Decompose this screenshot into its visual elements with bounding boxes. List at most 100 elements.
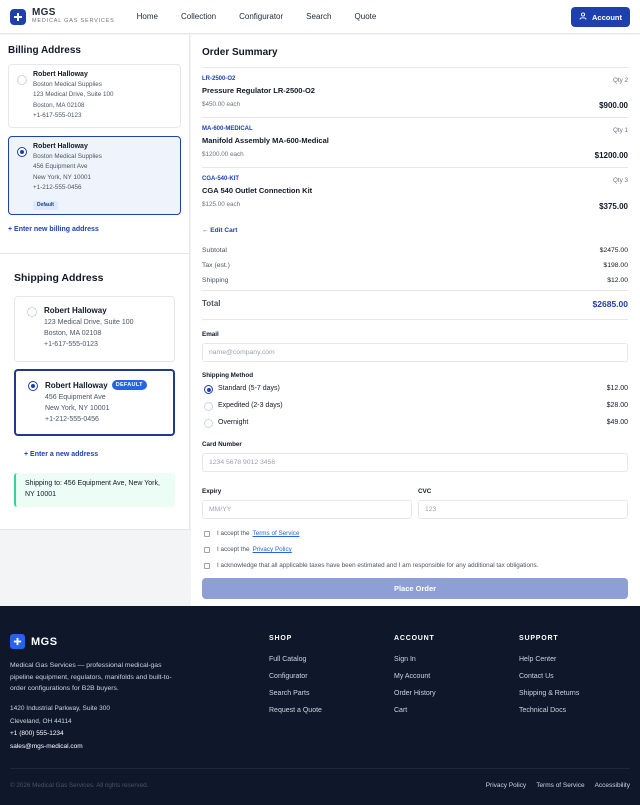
footer-col-title: SUPPORT bbox=[519, 635, 559, 642]
radio-selected[interactable] bbox=[204, 385, 213, 394]
shipping-address-card[interactable]: Robert Halloway 123 Medical Drive, Suite… bbox=[14, 296, 175, 362]
footer-link[interactable]: Order History bbox=[394, 685, 436, 702]
nav-collection[interactable]: Collection bbox=[181, 12, 216, 21]
footer-link[interactable]: Sign In bbox=[394, 651, 436, 668]
nav-home[interactable]: Home bbox=[137, 12, 158, 21]
email-label: Email bbox=[202, 331, 219, 338]
footer-link[interactable]: Technical Docs bbox=[519, 702, 579, 719]
tax-ack-checkbox-row: I acknowledge that all applicable taxes … bbox=[202, 562, 628, 569]
tax-label: Tax (est.) bbox=[202, 262, 230, 269]
billing-phone: +1-617-555-0123 bbox=[33, 111, 82, 119]
radio[interactable] bbox=[204, 402, 213, 411]
item-sku: MA-600-MEDICAL bbox=[202, 126, 253, 132]
accept-text: I accept the bbox=[217, 546, 250, 553]
footer-phone[interactable]: +1 (800) 555-1234 bbox=[10, 728, 83, 741]
footer-link[interactable]: Help Center bbox=[519, 651, 579, 668]
shipping-option-standard[interactable]: Standard (5-7 days) $12.00 bbox=[202, 385, 628, 394]
add-shipping-address-link[interactable]: + Enter a new address bbox=[24, 451, 175, 458]
billing-address-card-selected[interactable]: Robert Halloway Boston Medical Supplies … bbox=[8, 136, 181, 215]
shipping-section: Shipping Address Robert Halloway 123 Med… bbox=[0, 254, 190, 530]
shipping-title: Shipping Address bbox=[14, 272, 104, 284]
brand-tagline: MEDICAL GAS SERVICES bbox=[32, 18, 115, 25]
shipping-radio-selected[interactable] bbox=[28, 381, 38, 391]
shipping-name: Robert Halloway bbox=[45, 380, 108, 390]
brand-logo[interactable]: MGS MEDICAL GAS SERVICES bbox=[10, 8, 115, 25]
billing-company: Boston Medical Supplies bbox=[33, 153, 102, 160]
tax-value: $198.00 bbox=[603, 262, 628, 269]
subtotal-label: Subtotal bbox=[202, 247, 227, 254]
footer-col-account: ACCOUNT Sign In My Account Order History… bbox=[394, 635, 436, 719]
add-billing-address-link[interactable]: + Enter new billing address bbox=[8, 226, 181, 233]
shipping-option-expedited[interactable]: Expedited (2-3 days) $28.00 bbox=[202, 402, 628, 411]
footer-link[interactable]: Configurator bbox=[269, 668, 322, 685]
email-input[interactable] bbox=[202, 343, 628, 362]
terms-of-service-link[interactable]: Terms of Service bbox=[536, 782, 584, 789]
footer-link[interactable]: My Account bbox=[394, 668, 436, 685]
privacy-policy-link[interactable]: Privacy Policy bbox=[486, 782, 526, 789]
shipping-option-price: $28.00 bbox=[606, 402, 628, 409]
footer-contact: +1 (800) 555-1234 sales@mgs-medical.com bbox=[10, 728, 83, 753]
tax-ack-checkbox[interactable] bbox=[204, 562, 210, 569]
billing-company: Boston Medical Supplies bbox=[33, 81, 102, 88]
footer-col-title: ACCOUNT bbox=[394, 635, 435, 642]
subtotal-value: $2475.00 bbox=[599, 247, 628, 254]
item-qty: Qty 2 bbox=[612, 77, 628, 84]
shipping-city: Boston, MA 02108 bbox=[44, 330, 102, 337]
shipping-street: 456 Equipment Ave bbox=[45, 394, 106, 401]
shipping-to-notice: Shipping to: 456 Equipment Ave, New York… bbox=[14, 473, 175, 507]
default-badge: Default bbox=[33, 200, 58, 210]
billing-address-card[interactable]: Robert Halloway Boston Medical Supplies … bbox=[8, 64, 181, 128]
item-qty: Qty 1 bbox=[612, 127, 628, 134]
account-label: Account bbox=[592, 12, 622, 22]
billing-name: Robert Halloway bbox=[33, 71, 88, 78]
footer-link[interactable]: Full Catalog bbox=[269, 651, 322, 668]
expiry-label: Expiry bbox=[202, 488, 222, 495]
default-badge: DEFAULT bbox=[111, 380, 147, 390]
accessibility-link[interactable]: Accessibility bbox=[595, 782, 630, 789]
footer-logo[interactable]: MGS bbox=[10, 634, 58, 649]
shipping-option-overnight[interactable]: Overnight $49.00 bbox=[202, 419, 628, 428]
footer-link[interactable]: Cart bbox=[394, 702, 436, 719]
order-summary-panel: Order Summary LR-2500-O2 Qty 2 Pressure … bbox=[191, 35, 640, 606]
footer-email[interactable]: sales@mgs-medical.com bbox=[10, 741, 83, 754]
shipping-cost-label: Shipping bbox=[202, 277, 229, 284]
nav-search[interactable]: Search bbox=[306, 12, 331, 21]
shipping-city: New York, NY 10001 bbox=[45, 405, 110, 412]
billing-radio-selected[interactable] bbox=[17, 147, 27, 157]
billing-city: Boston, MA 02108 bbox=[33, 101, 85, 109]
footer-link[interactable]: Search Parts bbox=[269, 685, 322, 702]
billing-city: New York, NY 10001 bbox=[33, 173, 91, 181]
cvc-input[interactable] bbox=[418, 500, 628, 519]
legal-links: Privacy Policy Terms of Service Accessib… bbox=[486, 782, 630, 789]
shipping-name: Robert Halloway bbox=[44, 306, 107, 315]
privacy-checkbox-row: I accept the Privacy Policy bbox=[202, 546, 628, 553]
tax-row: Tax (est.) $198.00 bbox=[202, 262, 628, 269]
item-name: Manifold Assembly MA-600-Medical bbox=[202, 136, 329, 145]
item-unit-price: $450.00 each bbox=[202, 101, 241, 108]
privacy-checkbox[interactable] bbox=[204, 546, 210, 553]
nav-quote[interactable]: Quote bbox=[355, 12, 377, 21]
footer-link[interactable]: Request a Quote bbox=[269, 702, 322, 719]
billing-title: Billing Address bbox=[8, 45, 81, 56]
radio[interactable] bbox=[204, 419, 213, 428]
expiry-input[interactable] bbox=[202, 500, 412, 519]
card-number-input[interactable] bbox=[202, 453, 628, 472]
footer-description: Medical Gas Services — professional medi… bbox=[10, 662, 172, 692]
shipping-address-card-selected[interactable]: Robert Halloway DEFAULT 456 Equipment Av… bbox=[14, 369, 175, 436]
billing-radio[interactable] bbox=[17, 75, 27, 85]
footer-link[interactable]: Shipping & Returns bbox=[519, 685, 579, 702]
edit-cart-link[interactable]: ← Edit Cart bbox=[202, 227, 628, 234]
account-button[interactable]: Account bbox=[571, 7, 630, 27]
brand-name: MGS bbox=[32, 7, 56, 19]
shipping-radio[interactable] bbox=[27, 307, 37, 317]
footer-link[interactable]: Contact Us bbox=[519, 668, 579, 685]
privacy-link[interactable]: Privacy Policy bbox=[253, 546, 292, 553]
nav-configurator[interactable]: Configurator bbox=[239, 12, 283, 21]
terms-checkbox[interactable] bbox=[204, 530, 210, 537]
place-order-button[interactable]: Place Order bbox=[202, 578, 628, 599]
item-name: Pressure Regulator LR-2500-O2 bbox=[202, 86, 315, 95]
terms-link[interactable]: Terms of Service bbox=[253, 530, 300, 537]
subtotal-row: Subtotal $2475.00 bbox=[202, 247, 628, 254]
cross-logo-icon bbox=[10, 8, 26, 25]
order-summary-title: Order Summary bbox=[202, 47, 278, 58]
